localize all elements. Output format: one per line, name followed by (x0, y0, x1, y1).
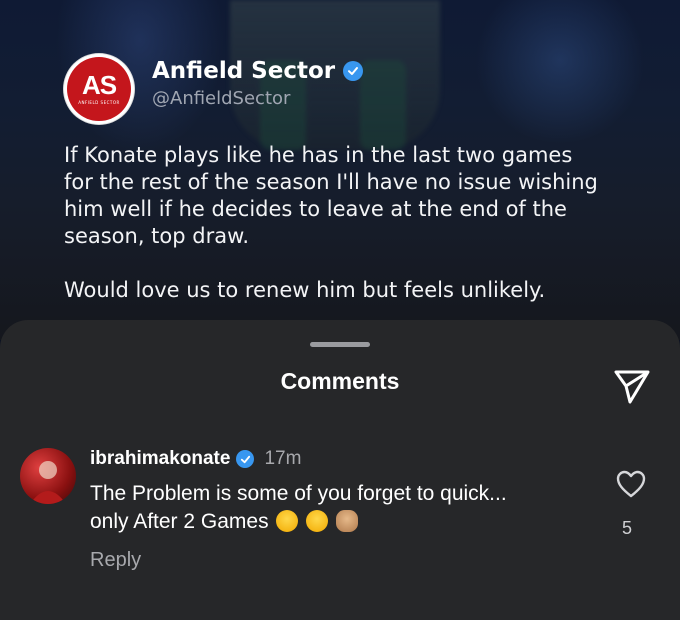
author-handle[interactable]: @AnfieldSector (152, 88, 290, 109)
comment-header: ibrahimakonate 17m (90, 448, 301, 470)
like-count: 5 (622, 518, 633, 538)
laughing-emoji-icon (306, 510, 329, 532)
author-logo-letters: AS (81, 70, 117, 100)
sheet-drag-handle[interactable] (310, 342, 370, 347)
post-paragraph: Would love us to renew him but feels unl… (64, 278, 546, 302)
author-name-row[interactable]: Anfield Sector (152, 58, 364, 84)
comment-text: The Problem is some of you forget to qui… (90, 482, 507, 533)
heart-outline-icon[interactable] (616, 470, 646, 498)
verified-badge-icon (236, 450, 255, 468)
author-logo-subtext: ANFIELD SECTOR (78, 100, 120, 105)
post-body: If Konate plays like he has in the last … (64, 142, 604, 331)
post-paragraph: If Konate plays like he has in the last … (64, 143, 598, 248)
send-icon[interactable] (612, 366, 652, 406)
commenter-avatar[interactable] (20, 448, 76, 504)
reply-button[interactable]: Reply (90, 549, 141, 572)
verified-badge-icon (343, 61, 364, 81)
commenter-username[interactable]: ibrahimakonate (90, 448, 230, 470)
author-logo: AS ANFIELD SECTOR (67, 57, 131, 121)
sheet-title: Comments (280, 368, 400, 394)
comment-body: The Problem is some of you forget to qui… (90, 480, 540, 536)
author-name[interactable]: Anfield Sector (152, 58, 335, 84)
comment-timestamp: 17m (264, 448, 302, 469)
player-leg-right (360, 60, 406, 150)
author-avatar[interactable]: AS ANFIELD SECTOR (64, 54, 134, 124)
clapping-hands-emoji-icon (336, 510, 359, 532)
laughing-emoji-icon (276, 510, 299, 532)
comments-sheet: Comments ibrahimakonate 17m The Problem … (0, 320, 680, 620)
